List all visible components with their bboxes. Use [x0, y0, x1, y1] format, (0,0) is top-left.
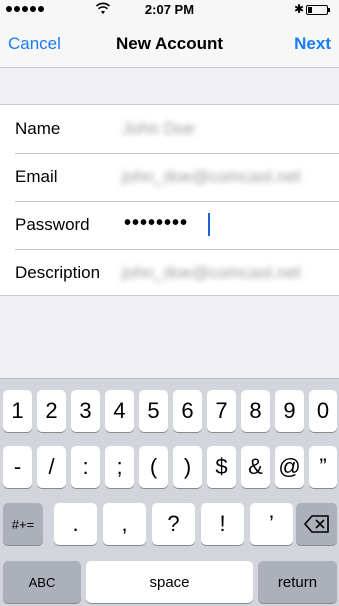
email-label: Email — [15, 167, 58, 186]
navigation-bar: Cancel New Account Next — [0, 20, 339, 68]
next-button[interactable]: Next — [294, 34, 331, 54]
password-row[interactable]: Password •••••••• — [0, 201, 339, 249]
description-row[interactable]: Description john_doe@comcast.net — [0, 249, 339, 297]
key-2[interactable]: 2 — [37, 390, 66, 432]
key-open-paren[interactable]: ( — [139, 446, 168, 488]
keyboard: 1 2 3 4 5 6 7 8 9 0 - / : ; ( ) $ & @ ” … — [0, 378, 339, 606]
text-cursor — [208, 213, 210, 236]
key-9[interactable]: 9 — [275, 390, 304, 432]
name-field[interactable]: John Doe — [122, 119, 195, 139]
description-label: Description — [15, 263, 101, 282]
key-3[interactable]: 3 — [71, 390, 100, 432]
key-5[interactable]: 5 — [139, 390, 168, 432]
email-row[interactable]: Email john_doe@comcast.net — [0, 153, 339, 201]
key-hyphen[interactable]: - — [3, 446, 32, 488]
password-field[interactable]: •••••••• — [124, 212, 188, 235]
abc-key[interactable]: ABC — [3, 561, 81, 603]
key-0[interactable]: 0 — [309, 390, 337, 432]
key-4[interactable]: 4 — [105, 390, 134, 432]
key-comma[interactable]: , — [103, 503, 146, 545]
page-title: New Account — [115, 34, 224, 53]
key-apostrophe[interactable]: ’ — [250, 503, 293, 545]
key-dollar[interactable]: $ — [207, 446, 236, 488]
key-exclamation[interactable]: ! — [201, 503, 244, 545]
key-period[interactable]: . — [54, 503, 97, 545]
bluetooth-icon: ✱ — [294, 2, 305, 16]
backspace-icon — [303, 515, 329, 533]
battery-icon — [306, 5, 330, 15]
key-1[interactable]: 1 — [3, 390, 32, 432]
account-form: Name John Doe Email john_doe@comcast.net… — [0, 104, 339, 296]
delete-key[interactable] — [296, 503, 337, 545]
key-colon[interactable]: : — [71, 446, 100, 488]
description-field[interactable]: john_doe@comcast.net — [122, 263, 301, 283]
key-quote[interactable]: ” — [309, 446, 337, 488]
key-slash[interactable]: / — [37, 446, 66, 488]
symbols-toggle-key[interactable]: #+= — [3, 503, 43, 545]
key-ampersand[interactable]: & — [241, 446, 270, 488]
name-row[interactable]: Name John Doe — [0, 105, 339, 153]
key-question[interactable]: ? — [152, 503, 195, 545]
key-semicolon[interactable]: ; — [105, 446, 134, 488]
key-at[interactable]: @ — [275, 446, 304, 488]
status-time: 2:07 PM — [144, 2, 195, 17]
key-close-paren[interactable]: ) — [173, 446, 202, 488]
key-8[interactable]: 8 — [241, 390, 270, 432]
return-key[interactable]: return — [258, 561, 337, 603]
name-label: Name — [15, 119, 61, 138]
email-field[interactable]: john_doe@comcast.net — [122, 167, 301, 187]
status-bar: 2:07 PM ✱ — [0, 0, 339, 20]
key-6[interactable]: 6 — [173, 390, 202, 432]
password-label: Password — [15, 215, 90, 234]
space-key[interactable]: space — [86, 561, 253, 603]
key-7[interactable]: 7 — [207, 390, 236, 432]
